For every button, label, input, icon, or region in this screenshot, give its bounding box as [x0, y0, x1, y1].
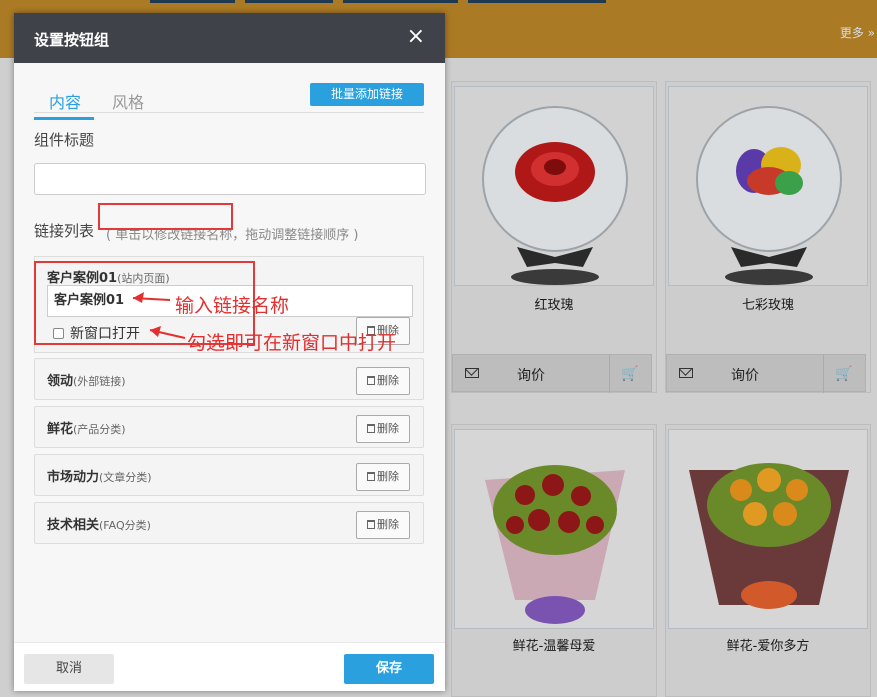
annotation-input-name: 输入链接名称: [175, 295, 290, 317]
annotation-arrows: [132, 292, 186, 339]
annotation-new-window: 勾选即可在新窗口中打开: [187, 332, 397, 354]
